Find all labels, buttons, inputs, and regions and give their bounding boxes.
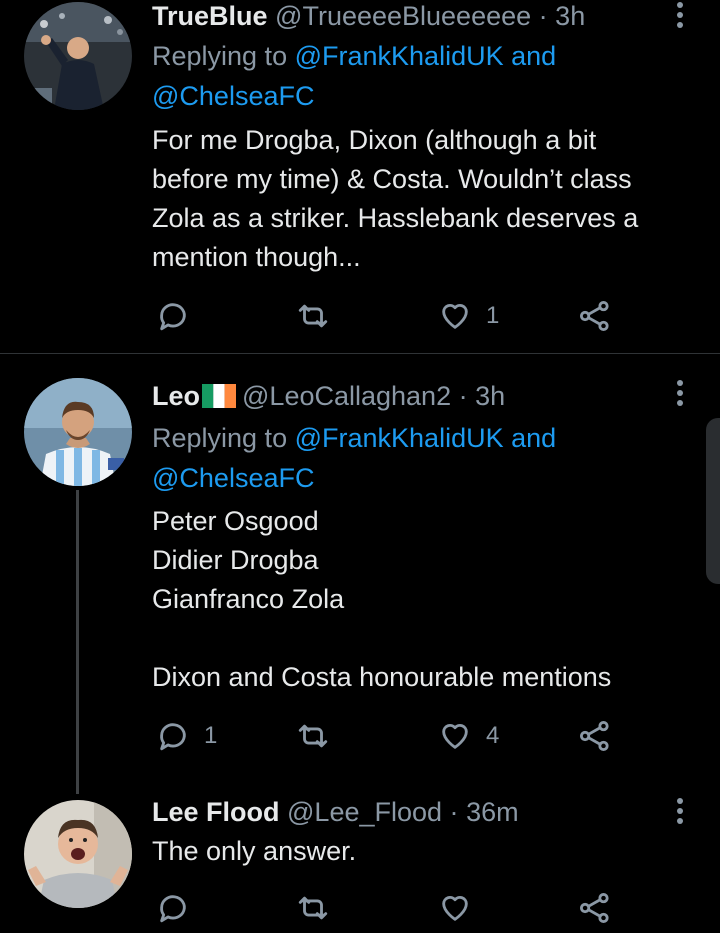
separator-dot: · — [449, 797, 459, 827]
more-vertical-icon[interactable] — [670, 0, 690, 32]
mention-link[interactable]: @FrankKhalidUK — [295, 41, 504, 71]
retweet-button[interactable] — [296, 716, 344, 756]
share-icon — [579, 300, 609, 332]
like-count: 1 — [486, 302, 500, 329]
separator-dot: · — [458, 381, 468, 411]
like-button[interactable]: 4 — [438, 716, 499, 756]
tweet-header: Lee Flood @Lee_Flood · 36m — [152, 796, 660, 828]
reply-button[interactable] — [156, 888, 204, 928]
reply-button[interactable] — [156, 296, 204, 336]
timestamp[interactable]: 36m — [466, 797, 519, 827]
tweet-text-line: Gianfranco Zola — [152, 584, 345, 614]
reply-button[interactable]: 1 — [156, 716, 217, 756]
replying-to-label: Replying to — [152, 41, 288, 71]
tweet-actions: 1 4 — [152, 716, 632, 756]
retweet-icon — [298, 724, 328, 748]
heart-icon — [442, 304, 468, 329]
tweet-text-line: Peter Osgood — [152, 506, 319, 536]
share-button[interactable] — [578, 888, 612, 928]
thread-connector — [76, 490, 79, 794]
more-vertical-icon[interactable] — [670, 378, 690, 410]
tweet-text-line: Dixon and Costa honourable mentions — [152, 662, 612, 692]
share-button[interactable] — [578, 716, 612, 756]
reply-icon — [160, 895, 186, 923]
reply-icon — [160, 303, 186, 331]
tweet-text-line: mention though... — [152, 242, 361, 272]
heart-icon — [442, 724, 468, 749]
avatar[interactable] — [24, 2, 132, 110]
avatar[interactable] — [24, 800, 132, 908]
and-text: and — [511, 423, 557, 453]
display-name[interactable]: Lee Flood — [152, 797, 280, 827]
timestamp[interactable]: 3h — [475, 381, 505, 411]
mention-link[interactable]: @ChelseaFC — [152, 81, 314, 111]
separator-dot: · — [538, 1, 548, 31]
display-name[interactable]: Leo — [152, 381, 200, 411]
retweet-icon — [298, 304, 328, 328]
tweet-header: TrueBlue @TrueeeeBlueeeeee · 3h — [152, 0, 660, 32]
replying-to: Replying to @FrankKhalidUK and @ChelseaF… — [152, 418, 640, 498]
like-button[interactable]: 1 — [438, 296, 499, 336]
more-vertical-icon[interactable] — [670, 796, 690, 828]
tweet-text-line: The only answer. — [152, 836, 357, 866]
retweet-button[interactable] — [296, 296, 344, 336]
tweet-text-line: Didier Drogba — [152, 545, 319, 575]
tweet-text-line: For me Drogba, Dixon (although a bit — [152, 125, 597, 155]
like-count: 4 — [486, 722, 500, 749]
avatar[interactable] — [24, 378, 132, 486]
user-handle[interactable]: @Lee_Flood — [287, 797, 442, 827]
like-button[interactable] — [438, 888, 486, 928]
share-icon — [579, 720, 609, 752]
reply-icon — [160, 723, 186, 751]
tweet-text-line: Zola as a striker. Hasslebank deserves a — [152, 203, 639, 233]
tweet-text: The only answer. — [152, 832, 696, 871]
tweet-text: For me Drogba, Dixon (although a bit bef… — [152, 121, 696, 277]
user-handle[interactable]: @TrueeeeBlueeeeee — [275, 1, 531, 31]
tweet-text-line: before my time) & Costa. Wouldn’t class — [152, 164, 632, 194]
tweet-header: Leo @LeoCallaghan2 · 3h — [152, 380, 660, 412]
display-name[interactable]: TrueBlue — [152, 1, 268, 31]
tweet-actions — [152, 888, 632, 928]
tweet-text: Peter Osgood Didier Drogba Gianfranco Zo… — [152, 502, 696, 697]
tweet-actions: 1 — [152, 296, 632, 336]
tweet-lee-flood[interactable]: Lee Flood @Lee_Flood · 36m The only answ… — [0, 794, 720, 933]
replying-to: Replying to @FrankKhalidUK and @ChelseaF… — [152, 36, 640, 116]
tweet-text-line — [152, 619, 696, 658]
mention-link[interactable]: @ChelseaFC — [152, 463, 314, 493]
replying-to-label: Replying to — [152, 423, 288, 453]
scroll-handle[interactable] — [706, 418, 720, 584]
share-icon — [579, 892, 609, 924]
heart-icon — [442, 896, 468, 921]
and-text: and — [511, 41, 557, 71]
user-handle[interactable]: @LeoCallaghan2 — [242, 381, 451, 411]
tweet-leo[interactable]: Leo @LeoCallaghan2 · 3h Replying to @Fra… — [0, 354, 720, 794]
tweet-trueblue[interactable]: TrueBlue @TrueeeeBlueeeeee · 3h Replying… — [0, 0, 720, 353]
reply-count: 1 — [204, 722, 218, 749]
retweet-button[interactable] — [296, 888, 344, 928]
share-button[interactable] — [578, 296, 612, 336]
mention-link[interactable]: @FrankKhalidUK — [295, 423, 504, 453]
retweet-icon — [298, 896, 328, 920]
ireland-flag-icon — [202, 384, 237, 408]
timestamp[interactable]: 3h — [555, 1, 585, 31]
